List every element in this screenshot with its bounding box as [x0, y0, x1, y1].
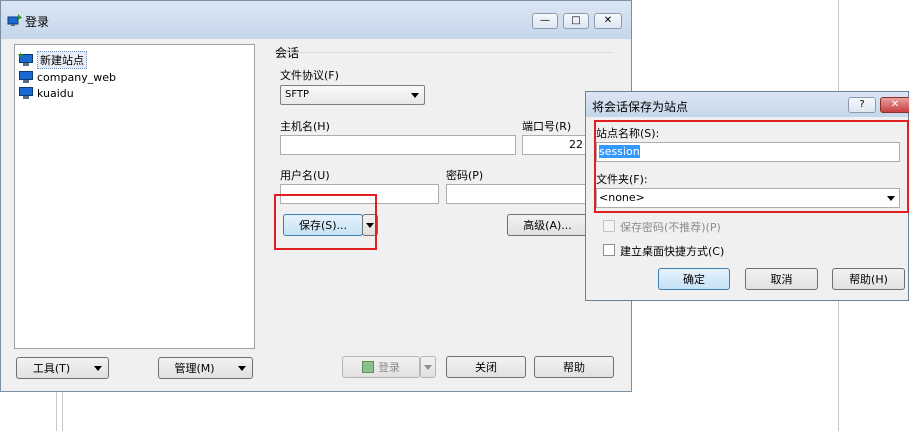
close-dialog-button[interactable]: 关闭	[446, 356, 526, 378]
tree-item-label: kuaidu	[37, 86, 74, 100]
dialog-help-text-button[interactable]: 帮助(H)	[832, 268, 905, 290]
dialog-titlebar[interactable]: 将会话保存为站点 ? ✕	[586, 92, 909, 117]
new-site-icon: ★	[17, 51, 33, 66]
chevron-down-icon	[238, 366, 246, 371]
protocol-value: SFTP	[285, 89, 310, 100]
computer-icon	[19, 71, 33, 83]
chevron-down-icon	[411, 93, 419, 98]
advanced-button-label: 高级(A)...	[523, 219, 572, 232]
minimize-icon: —	[540, 15, 550, 26]
save-password-checkbox[interactable]	[603, 220, 615, 232]
login-dropdown-button[interactable]	[420, 356, 436, 378]
help-button-label: 帮助	[563, 361, 585, 374]
tree-item-label: 新建站点	[37, 51, 87, 69]
desktop-shortcut-label: 建立桌面快捷方式(C)	[620, 245, 725, 258]
tools-button-label: 工具(T)	[32, 362, 71, 375]
port-input[interactable]: 22	[522, 135, 588, 155]
protocol-select[interactable]: SFTP	[280, 85, 425, 105]
background-divider	[62, 392, 63, 431]
manage-button[interactable]: 管理(M)	[158, 357, 253, 379]
dialog-help-button[interactable]: ?	[848, 97, 876, 113]
ok-button[interactable]: 确定	[658, 268, 730, 290]
login-button[interactable]: 登录	[342, 356, 420, 378]
app-icon	[7, 14, 22, 26]
cancel-button-label: 取消	[770, 273, 793, 286]
help-button[interactable]: 帮助	[534, 356, 614, 378]
user-label: 用户名(U)	[280, 169, 330, 182]
ok-button-label: 确定	[683, 273, 705, 286]
manage-button-label: 管理(M)	[174, 362, 215, 375]
chevron-down-icon	[94, 366, 102, 371]
tree-item-kuaidu[interactable]: kuaidu	[19, 85, 74, 101]
dialog-close-button[interactable]: ✕	[880, 97, 909, 113]
chevron-down-icon	[424, 365, 432, 370]
login-titlebar[interactable]: 登录 — □ ✕	[1, 1, 631, 39]
desktop-shortcut-checkbox[interactable]	[603, 244, 615, 256]
help-button-label: 帮助(H)	[849, 273, 888, 286]
close-button-label: 关闭	[475, 361, 497, 374]
window-title: 登录	[25, 15, 50, 29]
maximize-button[interactable]: □	[563, 13, 589, 29]
dialog-title: 将会话保存为站点	[592, 100, 689, 114]
highlight-box	[274, 194, 377, 250]
site-tree[interactable]: ★ 新建站点 company_web kuaidu	[14, 44, 255, 349]
background-divider	[56, 392, 57, 431]
tree-item-company-web[interactable]: company_web	[19, 69, 116, 85]
host-label: 主机名(H)	[280, 120, 330, 133]
computer-icon	[19, 87, 33, 99]
protocol-label: 文件协议(F)	[280, 69, 339, 82]
password-label: 密码(P)	[446, 169, 484, 182]
save-password-label: 保存密码(不推荐)(P)	[620, 221, 721, 234]
highlight-box	[594, 120, 909, 213]
maximize-icon: □	[571, 15, 581, 26]
cancel-button[interactable]: 取消	[745, 268, 818, 290]
host-input[interactable]	[280, 135, 516, 155]
minimize-button[interactable]: —	[532, 13, 558, 29]
close-icon: ✕	[890, 99, 900, 110]
password-input[interactable]	[446, 184, 588, 204]
login-button-label: 登录	[378, 361, 400, 374]
question-icon: ?	[859, 99, 865, 110]
port-label: 端口号(R)	[522, 120, 572, 133]
close-button[interactable]: ✕	[594, 13, 622, 29]
tree-item-new-site[interactable]: ★ 新建站点	[17, 51, 87, 69]
advanced-button[interactable]: 高级(A)...	[507, 214, 588, 236]
close-icon: ✕	[603, 15, 613, 26]
login-icon	[362, 361, 374, 373]
tree-item-label: company_web	[37, 70, 116, 84]
tools-button[interactable]: 工具(T)	[16, 357, 109, 379]
